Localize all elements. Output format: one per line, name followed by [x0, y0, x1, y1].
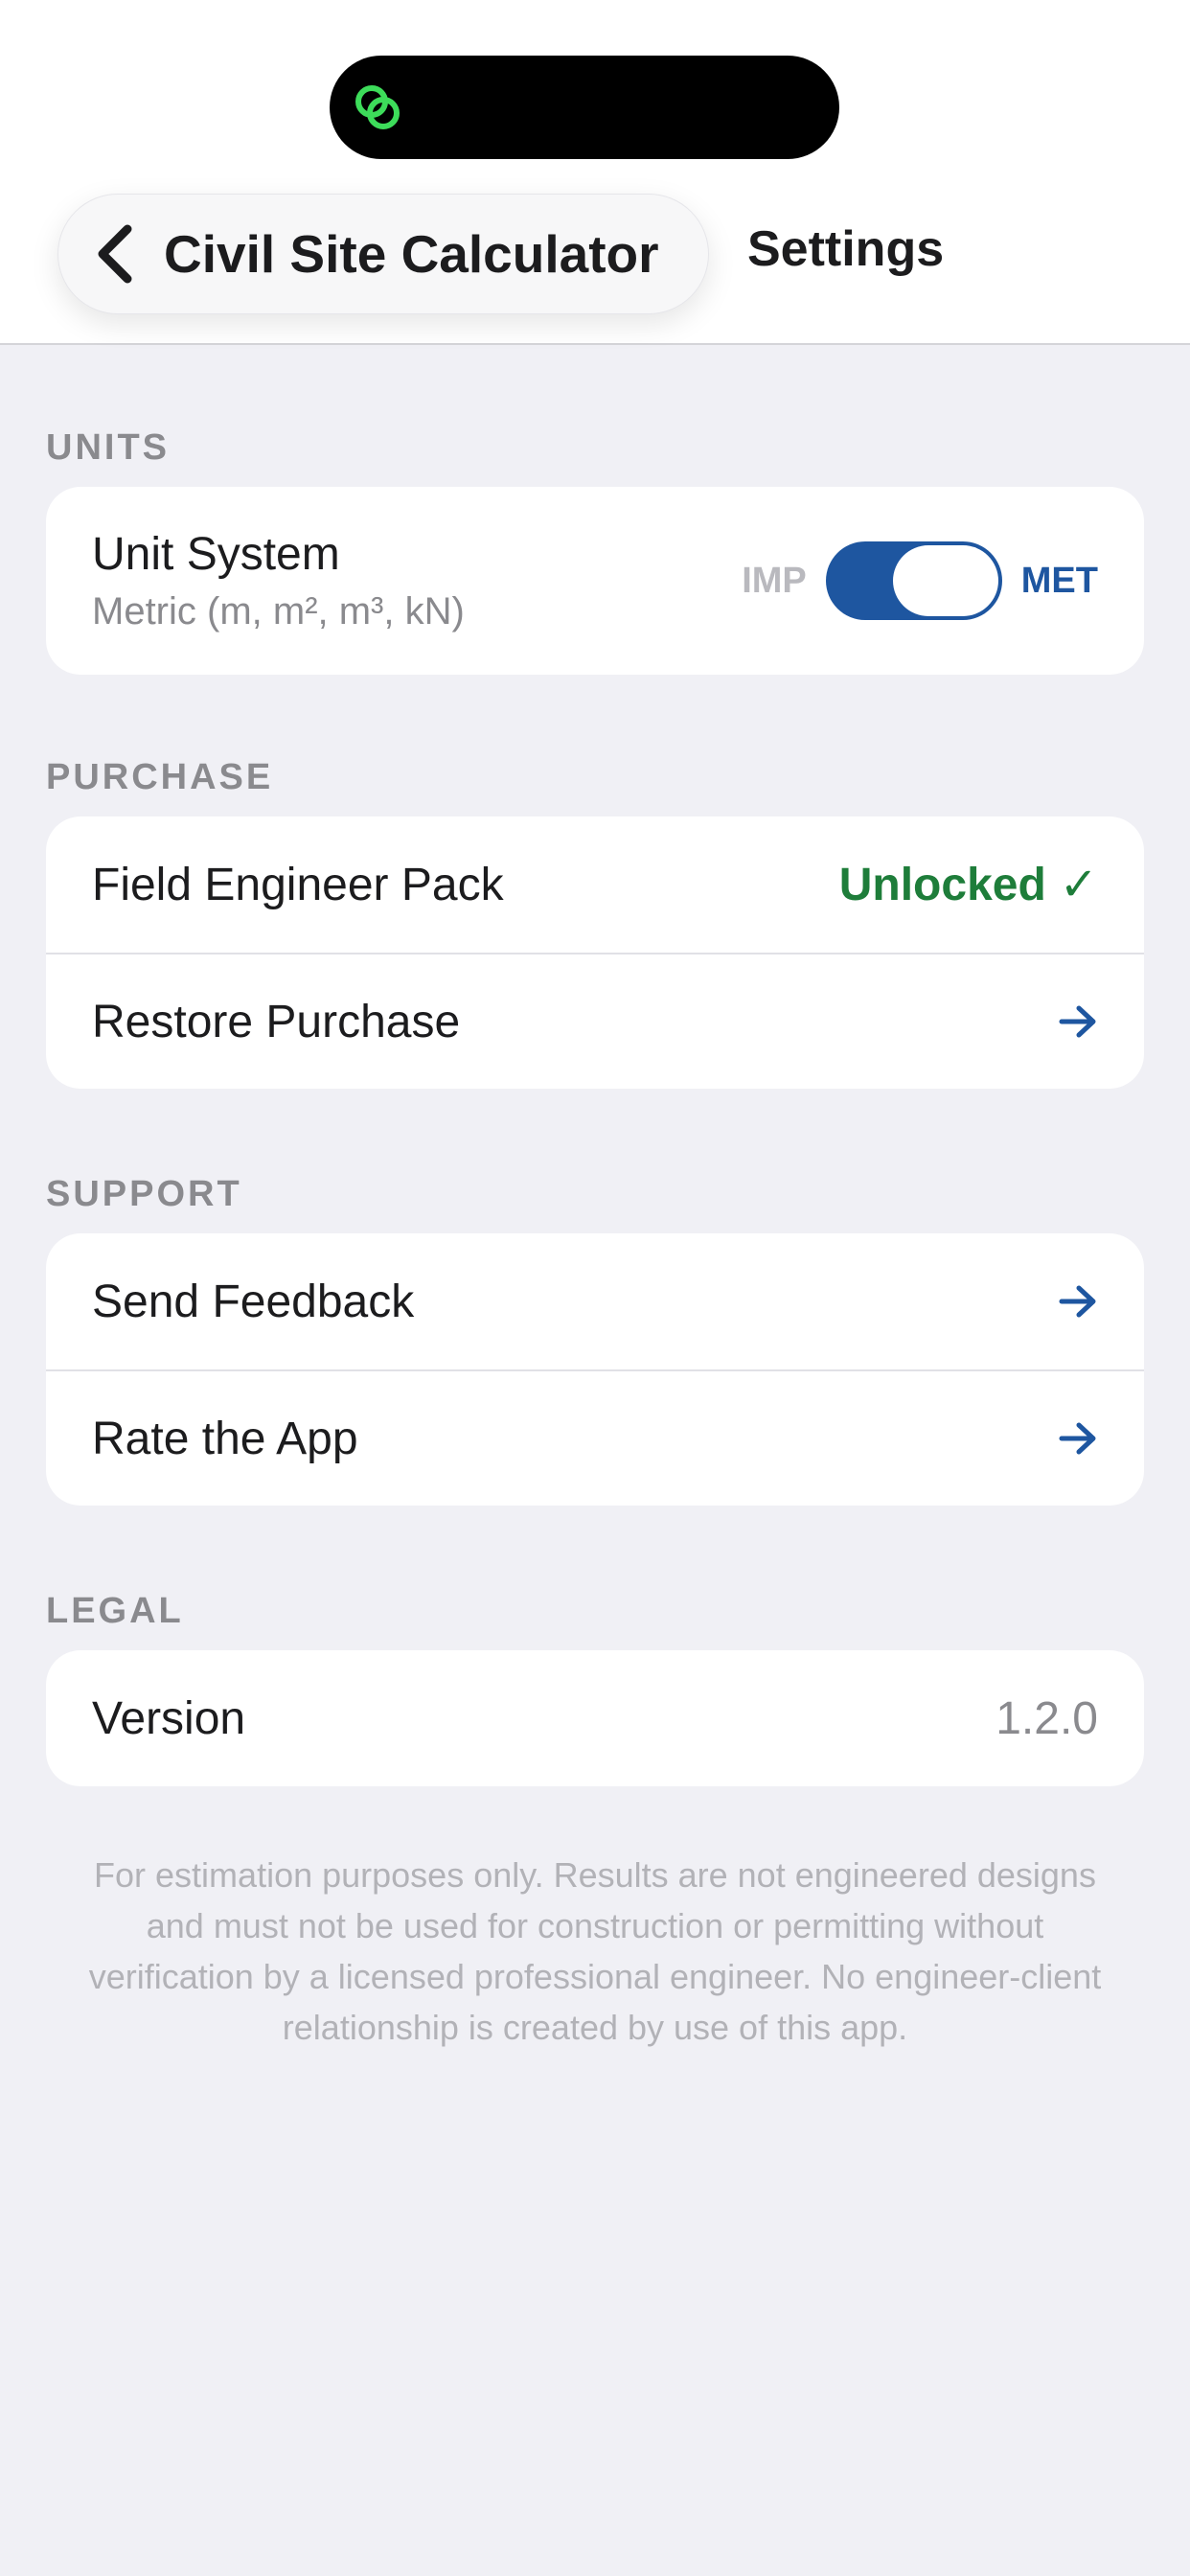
restore-purchase-row[interactable]: Restore Purchase: [46, 953, 1144, 1089]
purchase-card: Field Engineer Pack Unlocked ✓ Restore P…: [46, 816, 1144, 1089]
dynamic-island: [330, 56, 839, 159]
support-card: Send Feedback Rate the App: [46, 1233, 1144, 1506]
section-header-units: UNITS: [46, 427, 170, 468]
chevron-left-icon: [98, 224, 132, 284]
arrow-right-icon: [1059, 1422, 1096, 1455]
section-header-purchase: PURCHASE: [46, 757, 274, 797]
unit-system-label: Unit System: [92, 529, 340, 580]
back-button-label: Civil Site Calculator: [164, 224, 659, 284]
unit-toggle-group: IMP MET: [742, 541, 1098, 620]
imperial-label[interactable]: IMP: [742, 561, 807, 602]
send-feedback-label: Send Feedback: [92, 1276, 415, 1327]
units-card: Unit System Metric (m, m², m³, kN) IMP M…: [46, 487, 1144, 675]
restore-purchase-label: Restore Purchase: [92, 996, 461, 1047]
version-row: Version 1.2.0: [46, 1650, 1144, 1786]
toggle-knob[interactable]: [892, 545, 998, 616]
legal-card: Version 1.2.0: [46, 1650, 1144, 1786]
unit-system-row: Unit System Metric (m, m², m³, kN) IMP M…: [46, 487, 1144, 675]
arrow-right-icon: [1059, 1285, 1096, 1318]
unit-system-toggle[interactable]: [825, 541, 1002, 620]
link-icon: [355, 85, 400, 129]
unit-system-value: Metric (m, m², m³, kN): [92, 590, 465, 632]
metric-label[interactable]: MET: [1021, 561, 1098, 602]
version-label: Version: [92, 1692, 246, 1744]
send-feedback-row[interactable]: Send Feedback: [46, 1233, 1144, 1369]
field-engineer-pack-label: Field Engineer Pack: [92, 859, 504, 910]
section-header-support: SUPPORT: [46, 1174, 242, 1214]
page-title: Settings: [747, 221, 945, 277]
unlocked-status: Unlocked ✓: [839, 858, 1098, 911]
unlocked-status-label: Unlocked: [838, 859, 1046, 910]
rate-app-row[interactable]: Rate the App: [46, 1369, 1144, 1506]
version-value: 1.2.0: [995, 1692, 1098, 1744]
section-header-legal: LEGAL: [46, 1591, 184, 1631]
arrow-right-icon: [1059, 1005, 1096, 1038]
checkmark-icon: ✓: [1059, 860, 1098, 910]
rate-app-label: Rate the App: [92, 1413, 358, 1464]
disclaimer-text: For estimation purposes only. Results ar…: [88, 1855, 1102, 2047]
back-button[interactable]: Civil Site Calculator: [57, 194, 709, 314]
navigation-bar: Civil Site Calculator Settings: [0, 0, 1190, 345]
field-engineer-pack-row[interactable]: Field Engineer Pack Unlocked ✓: [46, 816, 1144, 953]
